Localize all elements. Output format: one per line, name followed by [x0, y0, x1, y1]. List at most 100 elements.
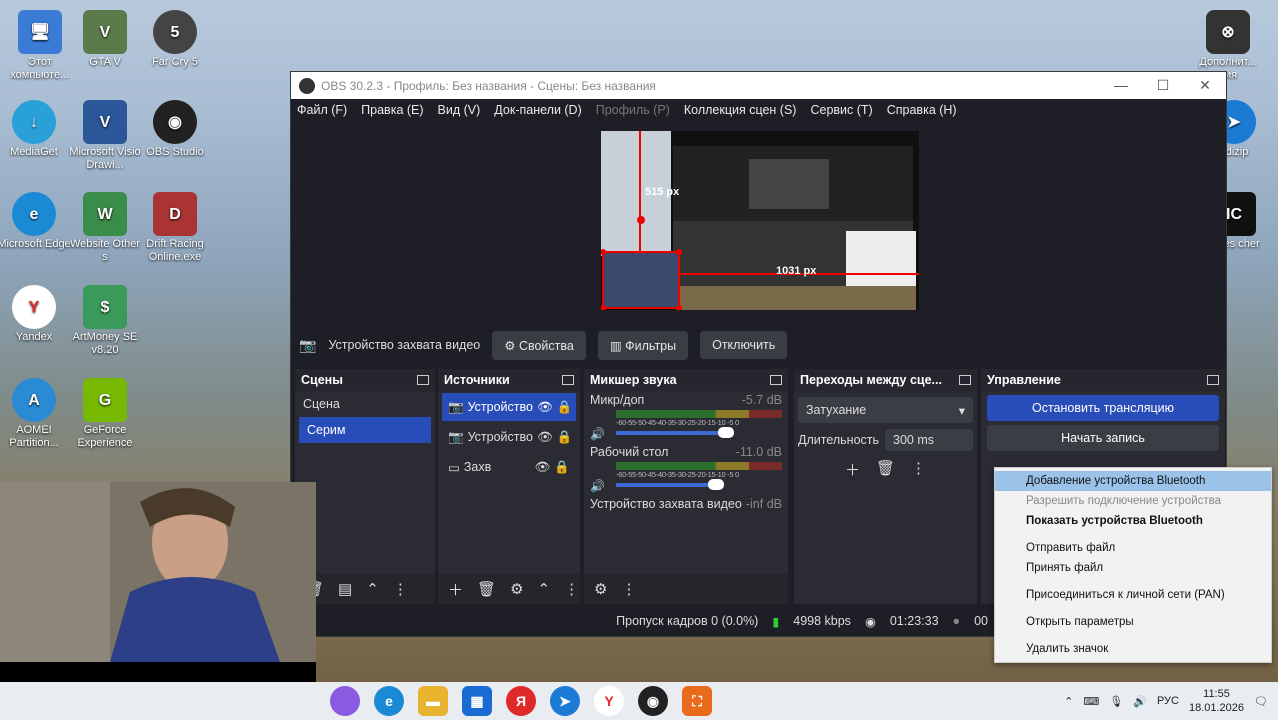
properties-button[interactable]: ⚙ Свойства [492, 330, 586, 360]
speaker-icon[interactable]: 🔊 [590, 427, 616, 441]
edge-icon[interactable]: e [374, 686, 404, 716]
app-icon[interactable]: ⛶ [682, 686, 712, 716]
desktop-icon-obs[interactable]: ◉ OBS Studio [137, 100, 213, 159]
undock-icon[interactable] [417, 375, 429, 385]
menu-scene-collection[interactable]: Коллекция сцен (S) [684, 103, 797, 117]
desktop-icon-artmoney[interactable]: $ ArtMoney SE v8.20 [67, 285, 143, 357]
start-recording-button[interactable]: Начать запись [987, 425, 1219, 451]
eye-icon[interactable]: 👁 [537, 430, 553, 445]
speaker-icon[interactable]: 🔊 [1133, 695, 1147, 708]
yandex-icon: Y [12, 285, 56, 329]
source-toolbar: 📷 Устройство захвата видео ⚙ Свойства ▥ … [291, 327, 1228, 363]
trash-icon[interactable]: 🗑 [477, 580, 496, 598]
up-arrow-icon[interactable]: ⌃ [366, 580, 379, 598]
menu-item-join-pan[interactable]: Присоединиться к личной сети (PAN) [995, 585, 1271, 605]
desktop-icon-aomei[interactable]: A AOMEI Partition... [0, 378, 72, 450]
desktop-icon-geforce[interactable]: G GeForce Experience [67, 378, 143, 450]
menu-edit[interactable]: Правка (E) [361, 103, 423, 117]
yandex-browser-icon[interactable]: Y [594, 686, 624, 716]
scene-item[interactable]: Сцена [295, 391, 435, 417]
menu-help[interactable]: Справка (H) [887, 103, 957, 117]
scene-item-selected[interactable]: Серим [299, 417, 431, 443]
channel-db: -5.7 dB [741, 393, 782, 407]
filters-button[interactable]: ▥ Фильтры [597, 330, 689, 360]
gear-icon[interactable]: ⚙ [510, 580, 523, 598]
desktop-icon-farcry[interactable]: 5 Far Cry 5 [137, 10, 213, 69]
menu-file[interactable]: Файл (F) [297, 103, 347, 117]
title-bar: OBS 30.2.3 - Профиль: Без названия - Сце… [291, 72, 1226, 99]
lock-icon[interactable]: 🔒 [557, 400, 573, 415]
desktop-icon-drift[interactable]: D Drift Racing Online.exe [137, 192, 213, 264]
undock-icon[interactable] [562, 375, 574, 385]
duration-input[interactable]: 300 ms [885, 429, 973, 451]
desktop-icon-website[interactable]: W Website Other s [67, 192, 143, 264]
obs-icon: ◉ [153, 100, 197, 144]
source-item[interactable]: ▭ Захв 👁 🔒 [442, 453, 576, 481]
menu-item-send-file[interactable]: Отправить файл [995, 538, 1271, 558]
menu-item-open-settings[interactable]: Открыть параметры [995, 612, 1271, 632]
more-icon[interactable]: ⋮ [564, 580, 579, 598]
eye-icon[interactable]: 👁 [537, 400, 553, 415]
assistant-icon[interactable] [330, 686, 360, 716]
filter-icon[interactable]: ▤ [338, 580, 352, 598]
eye-icon[interactable]: 👁 [535, 460, 551, 475]
menu-view[interactable]: Вид (V) [438, 103, 481, 117]
up-arrow-icon[interactable]: ⌃ [538, 580, 551, 598]
desktop-icon-edge[interactable]: e Microsoft Edge [0, 192, 72, 251]
undock-icon[interactable] [770, 375, 782, 385]
menu-profile[interactable]: Профиль (P) [596, 103, 670, 117]
minimize-button[interactable]: — [1100, 77, 1142, 94]
chevron-up-icon[interactable]: ⌃ [1064, 695, 1073, 708]
maximize-button[interactable]: ☐ [1142, 77, 1184, 94]
preview-canvas[interactable]: 515 px 1031 px [601, 131, 919, 310]
mixer-toolbar: ⚙ ⋮ [584, 574, 788, 604]
desktop-icon-gta[interactable]: V GTA V [67, 10, 143, 69]
menu-item-show-devices[interactable]: Показать устройства Bluetooth [995, 511, 1271, 531]
desktop-icon-visio[interactable]: V Microsoft Visio Drawi... [67, 100, 143, 172]
more-icon[interactable]: ⋮ [621, 580, 636, 598]
volume-slider[interactable] [616, 479, 724, 490]
undock-icon[interactable] [1207, 375, 1219, 385]
source-item[interactable]: 📷 Устройство 👁 🔒 [442, 423, 576, 451]
add-icon[interactable]: ＋ [845, 459, 860, 480]
stop-stream-button[interactable]: Остановить трансляцию [987, 395, 1219, 421]
source-item-selected[interactable]: 📷 Устройство 👁 🔒 [442, 393, 576, 421]
notification-icon[interactable]: 🗨 [1254, 695, 1268, 708]
telegram-icon[interactable]: ➤ [550, 686, 580, 716]
transitions-title: Переходы между сце... [800, 373, 942, 387]
language-indicator[interactable]: РУС [1157, 695, 1179, 707]
file-explorer-icon[interactable]: ▬ [418, 686, 448, 716]
volume-slider[interactable] [616, 427, 734, 438]
obs-icon[interactable]: ◉ [638, 686, 668, 716]
menu-item-receive-file[interactable]: Принять файл [995, 558, 1271, 578]
speaker-icon[interactable]: 🔊 [590, 479, 616, 493]
microphone-icon[interactable]: 🎙 [1109, 695, 1123, 708]
meter-scale: -60-55-50-45-40-35-30-25-20-15-10 -5 0 [616, 470, 739, 479]
more-icon[interactable]: ⋮ [393, 580, 408, 598]
disable-button[interactable]: Отключить [700, 331, 788, 359]
store-icon[interactable]: ▦ [462, 686, 492, 716]
preview-scene: 515 px 1031 px [601, 131, 919, 310]
desktop-icon-yandex[interactable]: Y Yandex [0, 285, 72, 344]
undock-icon[interactable] [959, 375, 971, 385]
add-icon[interactable]: ＋ [448, 579, 463, 600]
transition-select[interactable]: Затухание ▾ [798, 397, 973, 423]
window-capture-icon: ▭ [448, 460, 460, 475]
menu-tools[interactable]: Сервис (T) [810, 103, 872, 117]
gear-icon[interactable]: ⚙ [594, 580, 607, 598]
mixer-title: Микшер звука [590, 373, 677, 387]
desktop-icon-mediaget[interactable]: ↓ MediaGet [0, 100, 72, 159]
menu-docks[interactable]: Док-панели (D) [494, 103, 581, 117]
network-icon[interactable]: ⌨ [1083, 695, 1099, 708]
trash-icon[interactable]: 🗑 [876, 459, 895, 480]
close-button[interactable]: ✕ [1184, 77, 1226, 94]
menu-item-remove-icon[interactable]: Удалить значок [995, 639, 1271, 659]
yandex-icon[interactable]: Я [506, 686, 536, 716]
camera-icon: 📷 [448, 429, 464, 444]
lock-icon[interactable]: 🔒 [557, 430, 573, 445]
clock[interactable]: 11:55 18.01.2026 [1189, 687, 1244, 715]
more-icon[interactable]: ⋮ [911, 459, 926, 480]
menu-item-add-bluetooth[interactable]: Добавление устройства Bluetooth [995, 471, 1271, 491]
lock-icon[interactable]: 🔒 [554, 460, 570, 475]
audio-mixer-dock: Микшер звука Микр/доп -5.7 dB -60-55-50-4… [584, 369, 788, 604]
